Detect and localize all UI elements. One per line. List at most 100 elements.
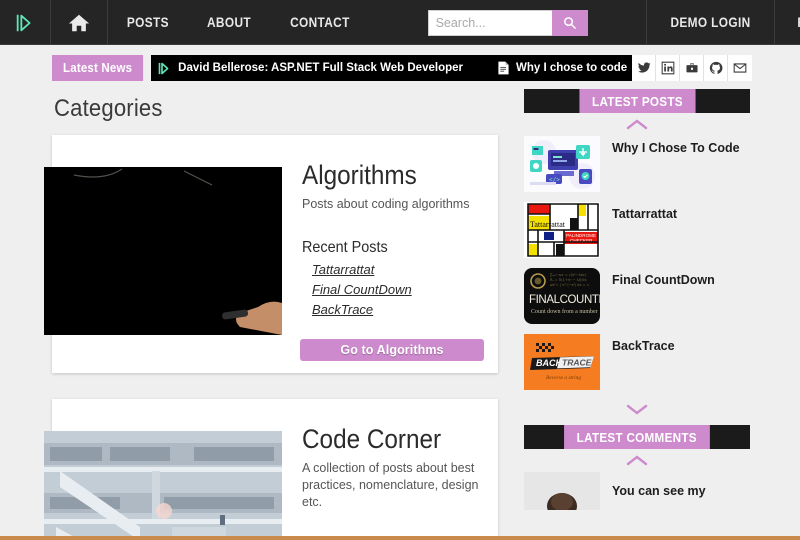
post-title: Tattarrattat	[612, 207, 678, 221]
chevron-up-icon	[626, 119, 648, 130]
svg-text:TRACE: TRACE	[562, 358, 592, 368]
ticker-item-post[interactable]: Why I chose to code	[489, 61, 632, 75]
ticker-item-text: David Bellerose: ASP.NET Full Stack Web …	[178, 62, 463, 74]
main-column: Categories dx = ∫(x²√x + x/2 − x⁴ = dx =…	[44, 89, 498, 540]
library-interior-image	[44, 431, 282, 540]
mondrian-palindrome-thumb: PALINDROME CHECKER Tattarrattat	[524, 202, 600, 258]
svg-text:Tattarrattat: Tattarrattat	[530, 220, 566, 229]
svg-text:FINALCOUNTDOWN: FINALCOUNTDOWN	[529, 294, 600, 306]
category-body: Code Corner A collection of posts about …	[290, 413, 498, 540]
nav-item-contact[interactable]: CONTACT	[270, 0, 370, 45]
list-item[interactable]: You can see my	[524, 472, 750, 510]
ticker-item-text: Why I chose to code	[515, 62, 628, 74]
recent-posts-list: Tattarrattat Final CountDown BackTrace	[302, 261, 484, 319]
list-item[interactable]: BACK TRACE Reverse a string BackTrace	[524, 334, 750, 390]
category-thumb-wrap: dx = ∫(x²√x + x/2 − x⁴ = dx = 0( 2/7 x7/…	[44, 149, 290, 359]
social-links	[632, 55, 752, 81]
social-link-github[interactable]	[704, 55, 728, 81]
svg-text:cos (x+y) dx dy: cos (x+y) dx dy	[182, 289, 270, 304]
search-button[interactable]	[551, 9, 588, 36]
coding-illustration-thumb: </>	[524, 136, 600, 192]
latest-posts-collapse-toggle[interactable]	[524, 115, 750, 136]
post-title: BackTrace	[612, 339, 675, 353]
list-item: BackTrace	[312, 301, 484, 319]
comment-text: You can see my	[612, 484, 706, 498]
ticker-item-headline[interactable]: David Bellerose: ASP.NET Full Stack Web …	[157, 61, 489, 76]
nav-link-about[interactable]: ABOUT	[207, 15, 251, 30]
social-link-linkedin[interactable]	[656, 55, 680, 81]
list-item[interactable]: ∑ᵢ₌₀ⁿ aᵢxⁱ = √(b²−4ac) Rₙ = Π(1+r)ⁿ − λ∂…	[524, 268, 750, 324]
twitter-icon	[637, 62, 650, 73]
navbar-right-group: DEMO LOGIN REGISTER LOGIN	[645, 0, 800, 45]
user-avatar	[524, 472, 600, 510]
svg-text:= dx = 0( 2/7 x7/3 + x³/4 − 3/: = dx = 0( 2/7 x7/3 + x³/4 − 3/10 x⁵)	[46, 214, 282, 241]
post-title: Why I Chose To Code	[612, 141, 740, 155]
category-card-algorithms: dx = ∫(x²√x + x/2 − x⁴ = dx = 0( 2/7 x7/…	[44, 135, 498, 373]
category-description: Posts about coding algorithms	[302, 197, 470, 212]
nav-item-register[interactable]: REGISTER	[773, 0, 800, 45]
category-description: A collection of posts about best practic…	[302, 461, 479, 510]
category-title: Code Corner	[302, 424, 442, 454]
chevron-up-icon	[626, 455, 648, 466]
home-icon	[68, 14, 90, 31]
nav-link-contact[interactable]: CONTACT	[290, 15, 350, 30]
social-link-twitter[interactable]	[632, 55, 656, 81]
svg-text:SS: SS	[194, 307, 212, 322]
nav-item-posts[interactable]: POSTS	[108, 0, 188, 45]
nav-link-posts[interactable]: POSTS	[127, 15, 169, 30]
post-title: Final CountDown	[612, 273, 715, 287]
social-link-email[interactable]	[728, 55, 752, 81]
nav-link-home[interactable]	[51, 0, 108, 45]
social-link-portfolio[interactable]	[680, 55, 704, 81]
github-icon	[709, 61, 722, 74]
recent-post-link[interactable]: Tattarrattat	[312, 262, 374, 277]
ticker-items: David Bellerose: ASP.NET Full Stack Web …	[151, 55, 632, 81]
email-icon	[733, 63, 747, 73]
widget-title: LATEST COMMENTS	[564, 425, 710, 449]
document-icon	[498, 61, 509, 75]
latest-posts-expand-toggle[interactable]	[524, 400, 750, 421]
svg-text:∑ᵢ₌₀ⁿ aᵢxⁱ = √(b²−4ac): ∑ᵢ₌₀ⁿ aᵢxⁱ = √(b²−4ac)	[550, 273, 587, 277]
svg-text:dx = ∫(x²√x + x/2 − x⁴: dx = ∫(x²√x + x/2 − x⁴	[52, 173, 282, 203]
svg-text:Rₙ = Π(1+r)ⁿ − λ∂ƒ/∂x: Rₙ = Π(1+r)ⁿ − λ∂ƒ/∂x	[550, 278, 587, 282]
widget-header: LATEST COMMENTS	[524, 425, 750, 449]
navbar-spacer-right	[610, 0, 646, 45]
list-item: Tattarrattat	[312, 261, 484, 279]
final-countdown-thumb: ∑ᵢ₌₀ⁿ aᵢxⁱ = √(b²−4ac) Rₙ = Π(1+r)ⁿ − λ∂…	[524, 268, 600, 324]
chalkboard-equations-image: dx = ∫(x²√x + x/2 − x⁴ = dx = 0( 2/7 x7/…	[44, 167, 282, 335]
recent-post-link[interactable]: Final CountDown	[312, 282, 412, 297]
svg-text:(x² + y) dx dy: (x² + y) dx dy	[170, 270, 251, 286]
list-item: Final CountDown	[312, 281, 484, 299]
svg-text:Count down from a number: Count down from a number	[531, 308, 598, 315]
briefcase-icon	[685, 63, 698, 73]
sidebar: LATEST POSTS </> Why I Chose To Code PAL…	[524, 89, 750, 540]
backtrace-orange-thumb: BACK TRACE Reverse a string	[524, 334, 600, 390]
content-area: Categories dx = ∫(x²√x + x/2 − x⁴ = dx =…	[0, 89, 800, 540]
widget-header: LATEST POSTS	[524, 89, 750, 113]
svg-text:33: 33	[58, 254, 80, 276]
go-to-algorithms-button[interactable]: Go to Algorithms	[300, 339, 484, 361]
recent-post-link[interactable]: BackTrace	[312, 302, 373, 317]
nav-item-demo-login[interactable]: DEMO LOGIN	[645, 0, 774, 45]
chevron-down-icon	[626, 404, 648, 415]
widget-latest-comments: LATEST COMMENTS You can see my	[524, 425, 750, 510]
page-title: Categories	[54, 95, 163, 122]
db-play-logo-icon	[16, 14, 31, 31]
nav-item-about[interactable]: ABOUT	[188, 0, 270, 45]
site-logo-button[interactable]	[0, 0, 51, 45]
navbar-spacer-left	[370, 0, 406, 45]
search-icon	[564, 17, 576, 29]
bottom-color-strip	[0, 536, 800, 540]
top-navbar: POSTS ABOUT CONTACT Search... DEMO LOGIN	[0, 0, 800, 45]
category-thumb-wrap	[44, 413, 290, 540]
list-item[interactable]: </> Why I Chose To Code	[524, 136, 750, 192]
recent-posts-heading: Recent Posts	[302, 239, 388, 257]
search-input[interactable]	[427, 9, 552, 36]
list-item[interactable]: PALINDROME CHECKER Tattarrattat Tattarra…	[524, 202, 750, 258]
category-title: Algorithms	[302, 160, 417, 190]
ticker-label: Latest News	[52, 55, 144, 81]
linkedin-icon	[661, 61, 674, 75]
latest-comments-collapse-toggle[interactable]	[524, 451, 750, 472]
widget-latest-posts: LATEST POSTS </> Why I Chose To Code PAL…	[524, 89, 750, 421]
nav-link-demo-login[interactable]: DEMO LOGIN	[670, 15, 750, 30]
